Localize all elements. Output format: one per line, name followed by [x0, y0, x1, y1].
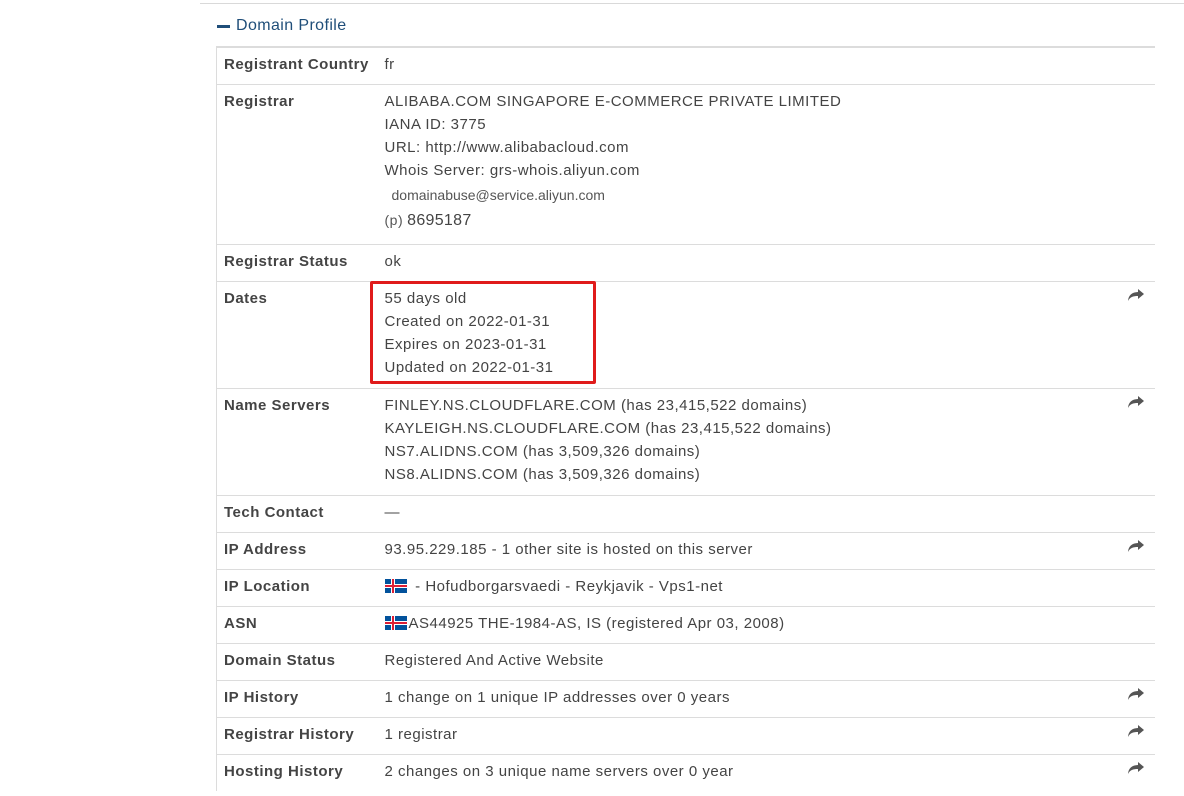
hosting-history-value: 2 changes on 3 unique name servers over …: [384, 762, 734, 780]
row-label: IP Location: [216, 569, 385, 606]
row-tech-contact: Tech Contact —: [216, 495, 1155, 532]
share-arrow-icon[interactable]: [1127, 288, 1145, 302]
name-server-item[interactable]: NS8.ALIDNS.COM (has 3,509,326 domains): [385, 463, 1106, 486]
name-server-item[interactable]: FINLEY.NS.CLOUDFLARE.COM (has 23,415,522…: [385, 394, 1106, 417]
row-value: 55 days old Created on 2022-01-31 Expire…: [369, 280, 1106, 388]
highlight-box: [369, 280, 596, 384]
registrar-phone: (p) 8695187: [385, 209, 1106, 233]
iceland-flag-icon: [384, 577, 407, 593]
row-label: ASN: [216, 606, 385, 643]
row-registrar: Registrar ALIBABA.COM SINGAPORE E-COMMER…: [216, 84, 1155, 244]
ip-history-value: 1 change on 1 unique IP addresses over 0…: [384, 688, 730, 706]
ip-location-line: - Hofudborgarsvaedi - Reykjavik - Vps1-n…: [384, 575, 1106, 598]
phone-number-image: 8695187: [407, 211, 472, 229]
row-value: 1 registrar: [385, 717, 1106, 754]
section-title: Domain Profile: [236, 17, 347, 34]
registrar-status-value: ok: [384, 252, 402, 270]
tech-contact-value: —: [384, 503, 400, 521]
row-value: - Hofudborgarsvaedi - Reykjavik - Vps1-n…: [384, 569, 1106, 606]
row-label: Hosting History: [216, 754, 385, 791]
registrar-history-value: 1 registrar: [384, 725, 458, 743]
minus-icon[interactable]: [217, 25, 230, 28]
row-value: 1 change on 1 unique IP addresses over 0…: [385, 680, 1106, 717]
share-arrow-icon[interactable]: [1127, 687, 1145, 701]
row-value: ok: [385, 244, 1106, 281]
row-ip-address: IP Address 93.95.229.185 - 1 other site …: [216, 532, 1155, 569]
domain-profile-table: Registrant Country fr Registrar ALIBABA.…: [216, 46, 1155, 791]
registrant-country-value: fr: [384, 56, 395, 73]
row-domain-status: Domain Status Registered And Active Webs…: [216, 643, 1155, 680]
row-value: AS44925 THE-1984-AS, IS (registered Apr …: [384, 606, 1106, 643]
row-label: IP History: [216, 680, 385, 717]
share-arrow-icon[interactable]: [1127, 724, 1145, 738]
row-value: fr: [385, 47, 1106, 84]
registrar-url: URL: http://www.alibabacloud.com: [384, 138, 629, 156]
row-label: Name Servers: [216, 388, 385, 495]
row-label: Registrar Status: [216, 244, 385, 281]
row-value: ALIBABA.COM SINGAPORE E-COMMERCE PRIVATE…: [385, 84, 1106, 244]
asn-value: AS44925 THE-1984-AS, IS (registered Apr …: [408, 614, 785, 632]
row-registrar-status: Registrar Status ok: [216, 244, 1155, 281]
row-label: IP Address: [216, 532, 385, 569]
registrar-email-image: domainabuse@service.aliyun.com: [391, 186, 605, 203]
registrar-iana: IANA ID: 3775: [384, 115, 487, 133]
section-header-domain-profile[interactable]: Domain Profile: [217, 14, 347, 38]
row-name-servers: Name Servers FINLEY.NS.CLOUDFLARE.COM (h…: [216, 388, 1155, 495]
registrar-whois: Whois Server: grs-whois.aliyun.com: [384, 161, 640, 179]
row-value: FINLEY.NS.CLOUDFLARE.COM (has 23,415,522…: [385, 388, 1106, 495]
row-label: Domain Status: [216, 643, 385, 680]
row-registrant-country: Registrant Country fr: [216, 47, 1155, 84]
row-hosting-history: Hosting History 2 changes on 3 unique na…: [216, 754, 1155, 791]
phone-prefix: (p): [384, 211, 404, 228]
row-value: 2 changes on 3 unique name servers over …: [385, 754, 1106, 791]
row-value: Registered And Active Website: [385, 643, 1106, 680]
row-label: Tech Contact: [216, 495, 385, 532]
row-label: Dates: [216, 281, 385, 388]
row-label: Registrar History: [216, 717, 385, 754]
registrar-name: ALIBABA.COM SINGAPORE E-COMMERCE PRIVATE…: [384, 92, 842, 110]
iceland-flag-icon: [384, 614, 407, 630]
row-registrar-history: Registrar History 1 registrar: [216, 717, 1155, 754]
ip-address-value: 93.95.229.185 - 1 other site is hosted o…: [384, 540, 753, 558]
name-server-item[interactable]: NS7.ALIDNS.COM (has 3,509,326 domains): [385, 440, 1106, 463]
row-value: 93.95.229.185 - 1 other site is hosted o…: [385, 532, 1106, 569]
row-ip-history: IP History 1 change on 1 unique IP addre…: [216, 680, 1155, 717]
row-label: Registrar: [216, 84, 385, 244]
share-arrow-icon[interactable]: [1127, 761, 1145, 775]
row-dates: Dates 55 days old Created on 2022-01-31 …: [216, 280, 1155, 388]
row-value: —: [385, 495, 1106, 532]
share-arrow-icon[interactable]: [1127, 539, 1145, 553]
row-asn: ASN AS44925 THE-1984-AS, IS (registered …: [216, 606, 1155, 643]
ip-location-value: - Hofudborgarsvaedi - Reykjavik - Vps1-n…: [410, 577, 723, 595]
share-arrow-icon[interactable]: [1127, 395, 1145, 409]
asn-line: AS44925 THE-1984-AS, IS (registered Apr …: [384, 612, 1106, 635]
row-label: Registrant Country: [216, 47, 385, 84]
row-ip-location: IP Location - Hofudborgarsvaedi - Reykja…: [216, 569, 1155, 606]
domain-status-value: Registered And Active Website: [384, 651, 604, 669]
name-server-item[interactable]: KAYLEIGH.NS.CLOUDFLARE.COM (has 23,415,5…: [385, 417, 1106, 440]
top-divider: [200, 3, 1184, 4]
